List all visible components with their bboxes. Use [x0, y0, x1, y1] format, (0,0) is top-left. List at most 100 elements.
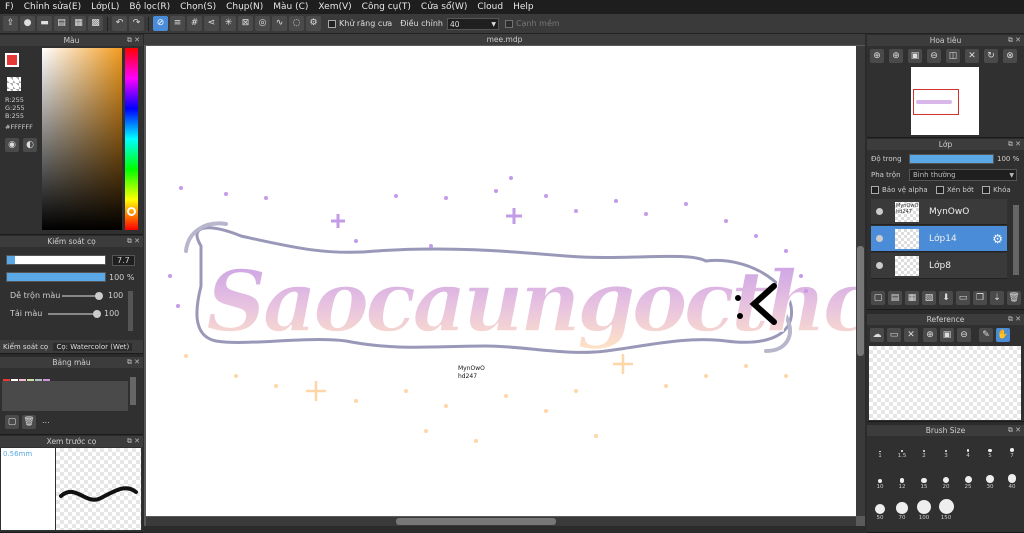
hand-icon[interactable]: ✋: [996, 328, 1010, 342]
zoom-in-icon[interactable]: ⊕: [870, 49, 884, 63]
antialias-checkbox[interactable]: [328, 19, 336, 28]
canvas-horizontal-scrollbar[interactable]: [146, 517, 856, 526]
protect-alpha-checkbox[interactable]: [871, 186, 879, 194]
menu-color[interactable]: Màu (C): [268, 2, 313, 12]
layer-item-mynowo[interactable]: MynOwO hd247 MynOwO: [871, 199, 1007, 225]
close-icon[interactable]: ⧉ ✕: [127, 236, 140, 247]
drawing-canvas[interactable]: Saocaungocthc MynOwO hd247: [146, 46, 856, 516]
reference-folder-icon[interactable]: ▭: [887, 328, 901, 342]
tab-brush-watercolor[interactable]: Cọ: Watercolor (Wet): [53, 343, 133, 351]
reset-rotate-icon[interactable]: ⊗: [1003, 49, 1017, 63]
zoom-in-alt-icon[interactable]: ⊕: [889, 49, 903, 63]
foreground-color-swatch[interactable]: [5, 53, 19, 67]
delete-layer-icon[interactable]: 🗑: [1007, 291, 1021, 305]
redo-icon[interactable]: ↷: [129, 16, 144, 31]
reference-close-icon[interactable]: ✕: [904, 328, 918, 342]
palette-scrollbar[interactable]: [130, 377, 136, 405]
color-wheel-icon[interactable]: ◉: [5, 138, 19, 152]
close-icon[interactable]: ⧉ ✕: [1008, 314, 1021, 325]
brush-size-option[interactable]: 7: [1001, 437, 1023, 459]
menu-layer[interactable]: Lớp(L): [86, 2, 124, 12]
color-picker-icon[interactable]: ◐: [23, 138, 37, 152]
brush-size-option[interactable]: 5: [979, 437, 1001, 459]
vertical-scroll-thumb[interactable]: [857, 246, 864, 356]
close-icon[interactable]: ⧉ ✕: [127, 357, 140, 368]
duplicate-layer-icon[interactable]: ❐: [973, 291, 987, 305]
brush-size-option[interactable]: 2: [913, 437, 935, 459]
menu-cloud[interactable]: Cloud: [472, 2, 508, 12]
navigator-thumbnail[interactable]: [911, 67, 979, 135]
horizontal-scroll-thumb[interactable]: [396, 518, 556, 525]
menu-filter[interactable]: Bộ lọc(R): [124, 2, 175, 12]
cross-snap-icon[interactable]: ⊠: [238, 16, 253, 31]
menu-tools[interactable]: Công cụ(T): [357, 2, 416, 12]
hue-slider-handle[interactable]: [127, 207, 136, 216]
close-icon[interactable]: ⧉ ✕: [1008, 425, 1021, 436]
adjust-select[interactable]: 40 ▼: [446, 17, 499, 30]
undo-icon[interactable]: ↶: [112, 16, 127, 31]
close-icon[interactable]: ⧉ ✕: [127, 436, 140, 447]
brush-size-option[interactable]: 40: [1001, 468, 1023, 490]
menu-view[interactable]: Xem(V): [313, 2, 356, 12]
document-tab[interactable]: mee.mdp: [144, 34, 865, 45]
brush-size-option[interactable]: 3: [935, 437, 957, 459]
layer-item-lop14[interactable]: Lớp14 ⚙: [871, 226, 1007, 252]
menu-edit[interactable]: Chỉnh sửa(E): [19, 2, 86, 12]
refill-slider[interactable]: [48, 310, 101, 318]
brush-size-option[interactable]: 100: [913, 499, 935, 521]
menu-window[interactable]: Cửa sổ(W): [416, 2, 472, 12]
grid-snap-icon[interactable]: #: [187, 16, 202, 31]
lock-checkbox[interactable]: [982, 186, 991, 194]
chat-icon[interactable]: ●: [20, 16, 35, 31]
new-1bit-layer-icon[interactable]: ▧: [922, 291, 936, 305]
radial-snap-icon[interactable]: ✳: [221, 16, 236, 31]
new-raster-layer-icon[interactable]: ▤: [888, 291, 902, 305]
new-palette-icon[interactable]: ▢: [5, 415, 19, 429]
folder-icon[interactable]: ▭: [956, 291, 970, 305]
curve-snap-icon[interactable]: ∿: [272, 16, 287, 31]
clipping-checkbox[interactable]: [935, 186, 944, 194]
reference-canvas[interactable]: [869, 346, 1021, 420]
layer-list-scrollbar[interactable]: [1013, 205, 1019, 275]
parallel-snap-icon[interactable]: ≡: [170, 16, 185, 31]
rotate-icon[interactable]: ↻: [984, 49, 998, 63]
brush-opacity-bar[interactable]: [6, 272, 106, 282]
actual-size-icon[interactable]: ◫: [946, 49, 960, 63]
blend-slider-handle[interactable]: [95, 292, 103, 300]
reference-zoom-in-icon[interactable]: ⊕: [923, 328, 937, 342]
saturation-value-picker[interactable]: [42, 48, 122, 230]
brush-size-option[interactable]: 25: [957, 468, 979, 490]
merge-layer-icon[interactable]: ⇣: [990, 291, 1004, 305]
grid-icon[interactable]: ▩: [88, 16, 103, 31]
blend-slider[interactable]: [62, 292, 103, 300]
brush-size-option[interactable]: 1: [869, 437, 891, 459]
eye-icon[interactable]: [876, 262, 883, 269]
brush-panel-scrollbar[interactable]: [128, 291, 133, 331]
hue-slider[interactable]: [125, 48, 138, 230]
brush-size-option[interactable]: 10: [869, 468, 891, 490]
reference-zoom-out-icon[interactable]: ⊖: [957, 328, 971, 342]
brush-size-option[interactable]: 30: [979, 468, 1001, 490]
new-halftone-layer-icon[interactable]: ▦: [905, 291, 919, 305]
edge-checkbox[interactable]: [504, 19, 513, 28]
circle-snap-icon[interactable]: ◎: [255, 16, 270, 31]
reference-open-icon[interactable]: ☁: [870, 328, 884, 342]
brush-size-option[interactable]: 1.5: [891, 437, 913, 459]
reference-fit-icon[interactable]: ▣: [940, 328, 954, 342]
eye-icon[interactable]: [876, 235, 883, 242]
share-icon[interactable]: ⇪: [3, 16, 18, 31]
import-layer-icon[interactable]: ⬇: [939, 291, 953, 305]
refill-slider-handle[interactable]: [93, 310, 101, 318]
layer-blend-select[interactable]: Bình thường ▼: [909, 169, 1017, 181]
menu-select[interactable]: Chọn(S): [175, 2, 221, 12]
gear-icon[interactable]: ⚙: [992, 232, 1003, 246]
transparent-color-swatch[interactable]: [7, 77, 21, 91]
menu-file[interactable]: F): [0, 2, 19, 12]
settings-icon[interactable]: ⚙: [306, 16, 321, 31]
brush-size-option[interactable]: 12: [891, 468, 913, 490]
perspective-snap-icon[interactable]: ⋖: [204, 16, 219, 31]
ellipse-snap-icon[interactable]: ◌: [289, 16, 304, 31]
tab-brush-control[interactable]: Kiểm soát cọ: [0, 343, 51, 351]
layer-opacity-bar[interactable]: [909, 154, 994, 164]
zoom-out-icon[interactable]: ⊖: [927, 49, 941, 63]
